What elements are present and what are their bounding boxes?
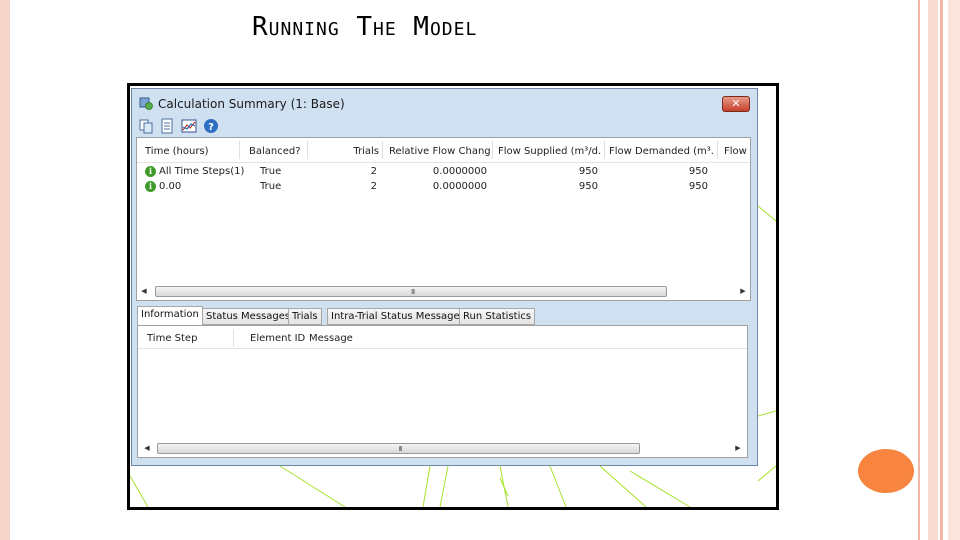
info-icon: i: [145, 166, 156, 177]
cell-flow-supplied: 950: [578, 181, 598, 192]
column-flow-supplied[interactable]: Flow Supplied (m³/d...: [498, 138, 602, 162]
scroll-grip: III: [398, 445, 403, 453]
messages-table: Time Step Element ID Message ◀ III ▶: [137, 325, 748, 458]
title-bar[interactable]: Calculation Summary (1: Base) ✕: [132, 89, 757, 119]
results-horizontal-scrollbar[interactable]: ◀ III ▶: [137, 284, 750, 298]
results-header: Time (hours) Balanced? Trials Relative F…: [137, 138, 750, 163]
slide-right-stripe: [928, 0, 938, 540]
tab-status-messages[interactable]: Status Messages: [202, 308, 295, 325]
messages-horizontal-scrollbar[interactable]: ◀ III ▶: [138, 441, 747, 455]
tab-run-statistics[interactable]: Run Statistics: [459, 308, 536, 325]
cell-flow-demanded: 950: [688, 166, 708, 177]
tab-intra-trial-status-messages[interactable]: Intra-Trial Status Messages: [327, 308, 469, 325]
column-element-id[interactable]: Element ID: [250, 326, 305, 348]
results-table: Time (hours) Balanced? Trials Relative F…: [136, 137, 751, 301]
window-title: Calculation Summary (1: Base): [158, 97, 345, 111]
column-flow-s[interactable]: Flow S: [724, 138, 750, 162]
scroll-right-icon[interactable]: ▶: [738, 286, 748, 297]
column-balanced[interactable]: Balanced?: [249, 138, 309, 162]
cell-balanced: True: [260, 181, 282, 192]
graph-icon[interactable]: [181, 118, 197, 134]
cell-relative-flow-change: 0.0000000: [432, 181, 487, 192]
column-time-step[interactable]: Time Step: [147, 326, 197, 348]
close-button[interactable]: ✕: [722, 96, 750, 112]
help-icon[interactable]: ?: [203, 118, 219, 134]
cell-trials: 2: [370, 181, 377, 192]
cell-flow-supplied: 950: [578, 166, 598, 177]
cell-balanced: True: [260, 166, 282, 177]
column-flow-demanded[interactable]: Flow Demanded (m³...: [609, 138, 713, 162]
copy-icon[interactable]: [138, 118, 154, 134]
cell-trials: 2: [370, 166, 377, 177]
scroll-left-icon[interactable]: ◀: [142, 443, 152, 454]
cell-time: 0.00: [159, 181, 182, 192]
column-message[interactable]: Message: [309, 326, 353, 348]
scrollbar-thumb[interactable]: III: [157, 443, 640, 454]
scroll-right-icon[interactable]: ▶: [733, 443, 743, 454]
info-icon: i: [145, 181, 156, 192]
cell-time: All Time Steps(1): [159, 166, 245, 177]
column-time[interactable]: Time (hours): [145, 138, 235, 162]
tab-information[interactable]: Information: [137, 306, 203, 326]
scroll-grip: III: [411, 288, 415, 296]
slide-right-stripe: [940, 0, 943, 540]
cell-relative-flow-change: 0.0000000: [432, 166, 487, 177]
scrollbar-thumb[interactable]: III: [155, 286, 667, 297]
report-icon[interactable]: [159, 118, 175, 134]
slide-left-border: [0, 0, 10, 540]
column-relative-flow-change[interactable]: Relative Flow Change: [389, 138, 491, 162]
cell-flow-demanded: 950: [688, 181, 708, 192]
svg-text:?: ?: [208, 122, 214, 133]
decorative-circle: [858, 449, 914, 493]
column-trials[interactable]: Trials: [327, 138, 379, 162]
scroll-left-icon[interactable]: ◀: [139, 286, 149, 297]
tab-trials[interactable]: Trials: [288, 308, 322, 325]
slide-right-stripe: [948, 0, 960, 540]
slide-right-stripe: [918, 0, 920, 540]
app-icon: [139, 97, 153, 110]
messages-header: Time Step Element ID Message: [138, 326, 747, 349]
slide-title: Running The Model: [252, 12, 478, 42]
